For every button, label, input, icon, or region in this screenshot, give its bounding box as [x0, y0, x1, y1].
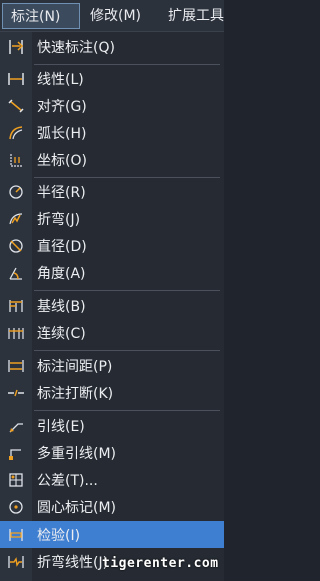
menu-item-baseline[interactable]: 基线(B): [0, 292, 224, 319]
dimension-dropdown-menu: 快速标注(Q) 线性(L) 对齐(G) 弧长(H) 坐标(O) 半径(R) 折弯…: [0, 31, 224, 581]
menu-item-label: 连续(C): [37, 325, 86, 342]
menu-separator: [34, 350, 220, 351]
menu-item-label: 折弯线性(J): [37, 554, 109, 571]
center-mark-icon: [0, 493, 32, 520]
jogged-linear-icon: [0, 548, 32, 575]
aligned-dimension-icon: [0, 92, 32, 119]
quick-dimension-icon: [0, 33, 32, 60]
dimension-space-icon: [0, 352, 32, 379]
continue-icon: [0, 319, 32, 346]
menu-item-inspection[interactable]: 检验(I): [0, 521, 224, 548]
menu-item-jogged[interactable]: 折弯(J): [0, 205, 224, 232]
menu-item-label: 公差(T)...: [37, 472, 98, 489]
menu-item-label: 多重引线(M): [37, 445, 117, 462]
menu-item-ordinate[interactable]: 坐标(O): [0, 146, 224, 173]
menu-item-label: 弧长(H): [37, 125, 87, 142]
menu-item-continue[interactable]: 连续(C): [0, 319, 224, 346]
menu-item-arc-length[interactable]: 弧长(H): [0, 119, 224, 146]
diameter-icon: [0, 232, 32, 259]
menu-separator: [34, 410, 220, 411]
menu-item-label: 检验(I): [37, 527, 81, 544]
arc-length-icon: [0, 119, 32, 146]
linear-dimension-icon: [0, 65, 32, 92]
multileader-icon: [0, 439, 32, 466]
menu-item-multileader[interactable]: 多重引线(M): [0, 439, 224, 466]
menu-item-leader[interactable]: 引线(E): [0, 412, 224, 439]
radius-icon: [0, 178, 32, 205]
menu-item-tolerance[interactable]: 公差(T)...: [0, 466, 224, 493]
menu-item-label: 标注间距(P): [37, 358, 113, 375]
menu-separator: [34, 290, 220, 291]
angular-icon: [0, 259, 32, 286]
menu-bar: 标注(N) 修改(M) 扩展工具: [0, 0, 224, 31]
menu-item-label: 半径(R): [37, 184, 86, 201]
menu-item-label: 线性(L): [37, 71, 84, 88]
inspection-icon: [0, 521, 32, 548]
menu-item-label: 直径(D): [37, 238, 87, 255]
jogged-icon: [0, 205, 32, 232]
menu-item-dimension-space[interactable]: 标注间距(P): [0, 352, 224, 379]
menu-item-linear[interactable]: 线性(L): [0, 65, 224, 92]
menu-item-label: 快速标注(Q): [37, 39, 115, 56]
ordinate-icon: [0, 146, 32, 173]
menu-dimension[interactable]: 标注(N): [2, 3, 80, 29]
menu-item-label: 标注打断(K): [37, 385, 114, 402]
dimension-break-icon: [0, 379, 32, 406]
baseline-icon: [0, 292, 32, 319]
menu-extension-tools[interactable]: 扩展工具: [160, 3, 232, 29]
leader-icon: [0, 412, 32, 439]
menu-item-label: 角度(A): [37, 265, 86, 282]
menu-item-radius[interactable]: 半径(R): [0, 178, 224, 205]
tolerance-icon: [0, 466, 32, 493]
menu-item-diameter[interactable]: 直径(D): [0, 232, 224, 259]
menu-item-label: 圆心标记(M): [37, 499, 117, 516]
menu-item-label: 基线(B): [37, 298, 86, 315]
watermark-text: tigerenter.com: [102, 556, 219, 571]
menu-item-label: 对齐(G): [37, 98, 87, 115]
menu-item-label: 折弯(J): [37, 211, 81, 228]
menu-item-quick-dimension[interactable]: 快速标注(Q): [0, 33, 224, 60]
menu-item-label: 坐标(O): [37, 152, 87, 169]
menu-item-aligned[interactable]: 对齐(G): [0, 92, 224, 119]
menu-item-dimension-break[interactable]: 标注打断(K): [0, 379, 224, 406]
menu-item-center-mark[interactable]: 圆心标记(M): [0, 493, 224, 520]
menu-modify[interactable]: 修改(M): [82, 3, 149, 29]
menu-item-angular[interactable]: 角度(A): [0, 259, 224, 286]
menu-item-label: 引线(E): [37, 418, 85, 435]
